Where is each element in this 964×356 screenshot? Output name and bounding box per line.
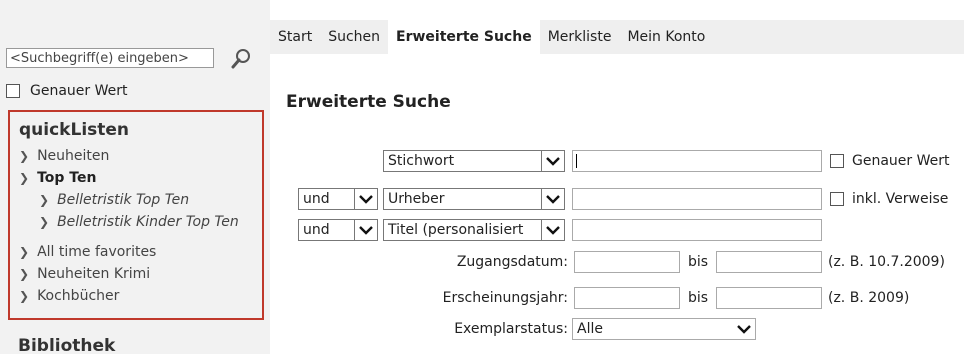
field-select-value: Urheber [388, 191, 445, 207]
chevron-right-icon: ❯ [19, 149, 30, 163]
field-select-value: Stichwort [388, 153, 455, 169]
exact-value-checkbox[interactable]: Genauer Wert [830, 153, 950, 169]
tab-merkliste[interactable]: Merkliste [540, 20, 620, 54]
publication-year-to-input[interactable] [716, 287, 822, 309]
chevron-down-icon [354, 220, 377, 240]
quicklist-item-top-ten[interactable]: ❯ Top Ten [19, 170, 96, 186]
quicklist-item-label: Neuheiten [37, 148, 110, 164]
acquisition-date-from-input[interactable] [574, 251, 680, 273]
quicklists-title: quickListen [19, 120, 130, 140]
quicklist-item-belletristik-top-ten[interactable]: ❯ Belletristik Top Ten [39, 192, 189, 208]
text-cursor [576, 154, 577, 168]
sidebar: <Suchbegriff(e) eingeben> Genauer Wert q… [0, 0, 270, 356]
section-bibliothek-heading: Bibliothek [18, 336, 116, 356]
operator-select-value: und [303, 191, 330, 207]
quicklist-item-label: All time favorites [37, 244, 157, 260]
include-references-checkbox[interactable]: inkl. Verweise [830, 191, 948, 207]
search-icon[interactable] [228, 46, 254, 72]
date-range-bis-label: bis [688, 254, 709, 270]
chevron-right-icon: ❯ [39, 215, 50, 229]
year-format-hint: (z. B. 2009) [828, 290, 910, 306]
search-term-input-2[interactable] [572, 188, 822, 210]
quicklist-item-belletristik-kinder-top-ten[interactable]: ❯ Belletristik Kinder Top Ten [39, 214, 239, 230]
operator-select-3[interactable]: und [298, 219, 378, 241]
exact-match-checkbox[interactable]: Genauer Wert [6, 83, 128, 99]
publication-year-from-input[interactable] [574, 287, 680, 309]
quicklists-panel: quickListen ❯ Neuheiten ❯ Top Ten ❯ Bell… [8, 110, 264, 320]
chevron-right-icon: ❯ [19, 245, 30, 259]
quicklist-item-label: Kochbücher [37, 288, 120, 304]
tab-start[interactable]: Start [270, 20, 320, 54]
quicklist-item-label: Top Ten [37, 170, 97, 186]
chevron-right-icon: ❯ [39, 193, 50, 207]
year-range-bis-label: bis [688, 290, 709, 306]
checkbox-box[interactable] [830, 192, 844, 206]
search-term-input-1[interactable] [572, 150, 822, 172]
quicklist-item-label: Neuheiten Krimi [37, 266, 151, 282]
chevron-down-icon [541, 220, 564, 240]
chevron-right-icon: ❯ [19, 267, 30, 281]
field-select-2[interactable]: Urheber [383, 188, 565, 210]
tab-erweiterte-suche[interactable]: Erweiterte Suche [388, 20, 540, 54]
search-term-input-3[interactable] [572, 219, 822, 241]
quicklist-item-neuheiten[interactable]: ❯ Neuheiten [19, 148, 109, 164]
chevron-down-icon [541, 151, 564, 171]
copy-status-value: Alle [577, 321, 603, 337]
chevron-right-icon: ❯ [19, 171, 30, 185]
field-select-3[interactable]: Titel (personalisiert [383, 219, 565, 241]
exact-match-label: Genauer Wert [30, 83, 128, 99]
quicklist-item-label: Belletristik Top Ten [57, 192, 190, 208]
quicklist-item-all-time-favorites[interactable]: ❯ All time favorites [19, 244, 156, 260]
operator-select-value: und [303, 222, 330, 238]
acquisition-date-to-input[interactable] [716, 251, 822, 273]
quicklist-item-neuheiten-krimi[interactable]: ❯ Neuheiten Krimi [19, 266, 150, 282]
date-format-hint: (z. B. 10.7.2009) [828, 254, 945, 270]
include-references-label: inkl. Verweise [852, 191, 949, 207]
field-select-value: Titel (personalisiert [388, 222, 524, 238]
tab-suchen[interactable]: Suchen [320, 20, 388, 54]
chevron-down-icon [733, 319, 755, 339]
checkbox-box[interactable] [6, 84, 20, 98]
exact-value-label: Genauer Wert [852, 153, 950, 169]
chevron-down-icon [354, 189, 377, 209]
field-select-1[interactable]: Stichwort [383, 150, 565, 172]
chevron-right-icon: ❯ [19, 289, 30, 303]
publication-year-label: Erscheinungsjahr: [442, 290, 568, 306]
main-tab-bar: Start Suchen Erweiterte Suche Merkliste … [270, 20, 964, 54]
checkbox-box[interactable] [830, 154, 844, 168]
acquisition-date-label: Zugangsdatum: [456, 254, 568, 270]
quicklist-item-kochbuecher[interactable]: ❯ Kochbücher [19, 288, 119, 304]
copy-status-select[interactable]: Alle [572, 318, 756, 340]
tab-mein-konto[interactable]: Mein Konto [619, 20, 713, 54]
quicklist-item-label: Belletristik Kinder Top Ten [57, 214, 239, 230]
search-input[interactable]: <Suchbegriff(e) eingeben> [6, 48, 214, 68]
copy-status-label: Exemplarstatus: [454, 321, 568, 337]
chevron-down-icon [541, 189, 564, 209]
operator-select-2[interactable]: und [298, 188, 378, 210]
page-title: Erweiterte Suche [286, 92, 451, 112]
